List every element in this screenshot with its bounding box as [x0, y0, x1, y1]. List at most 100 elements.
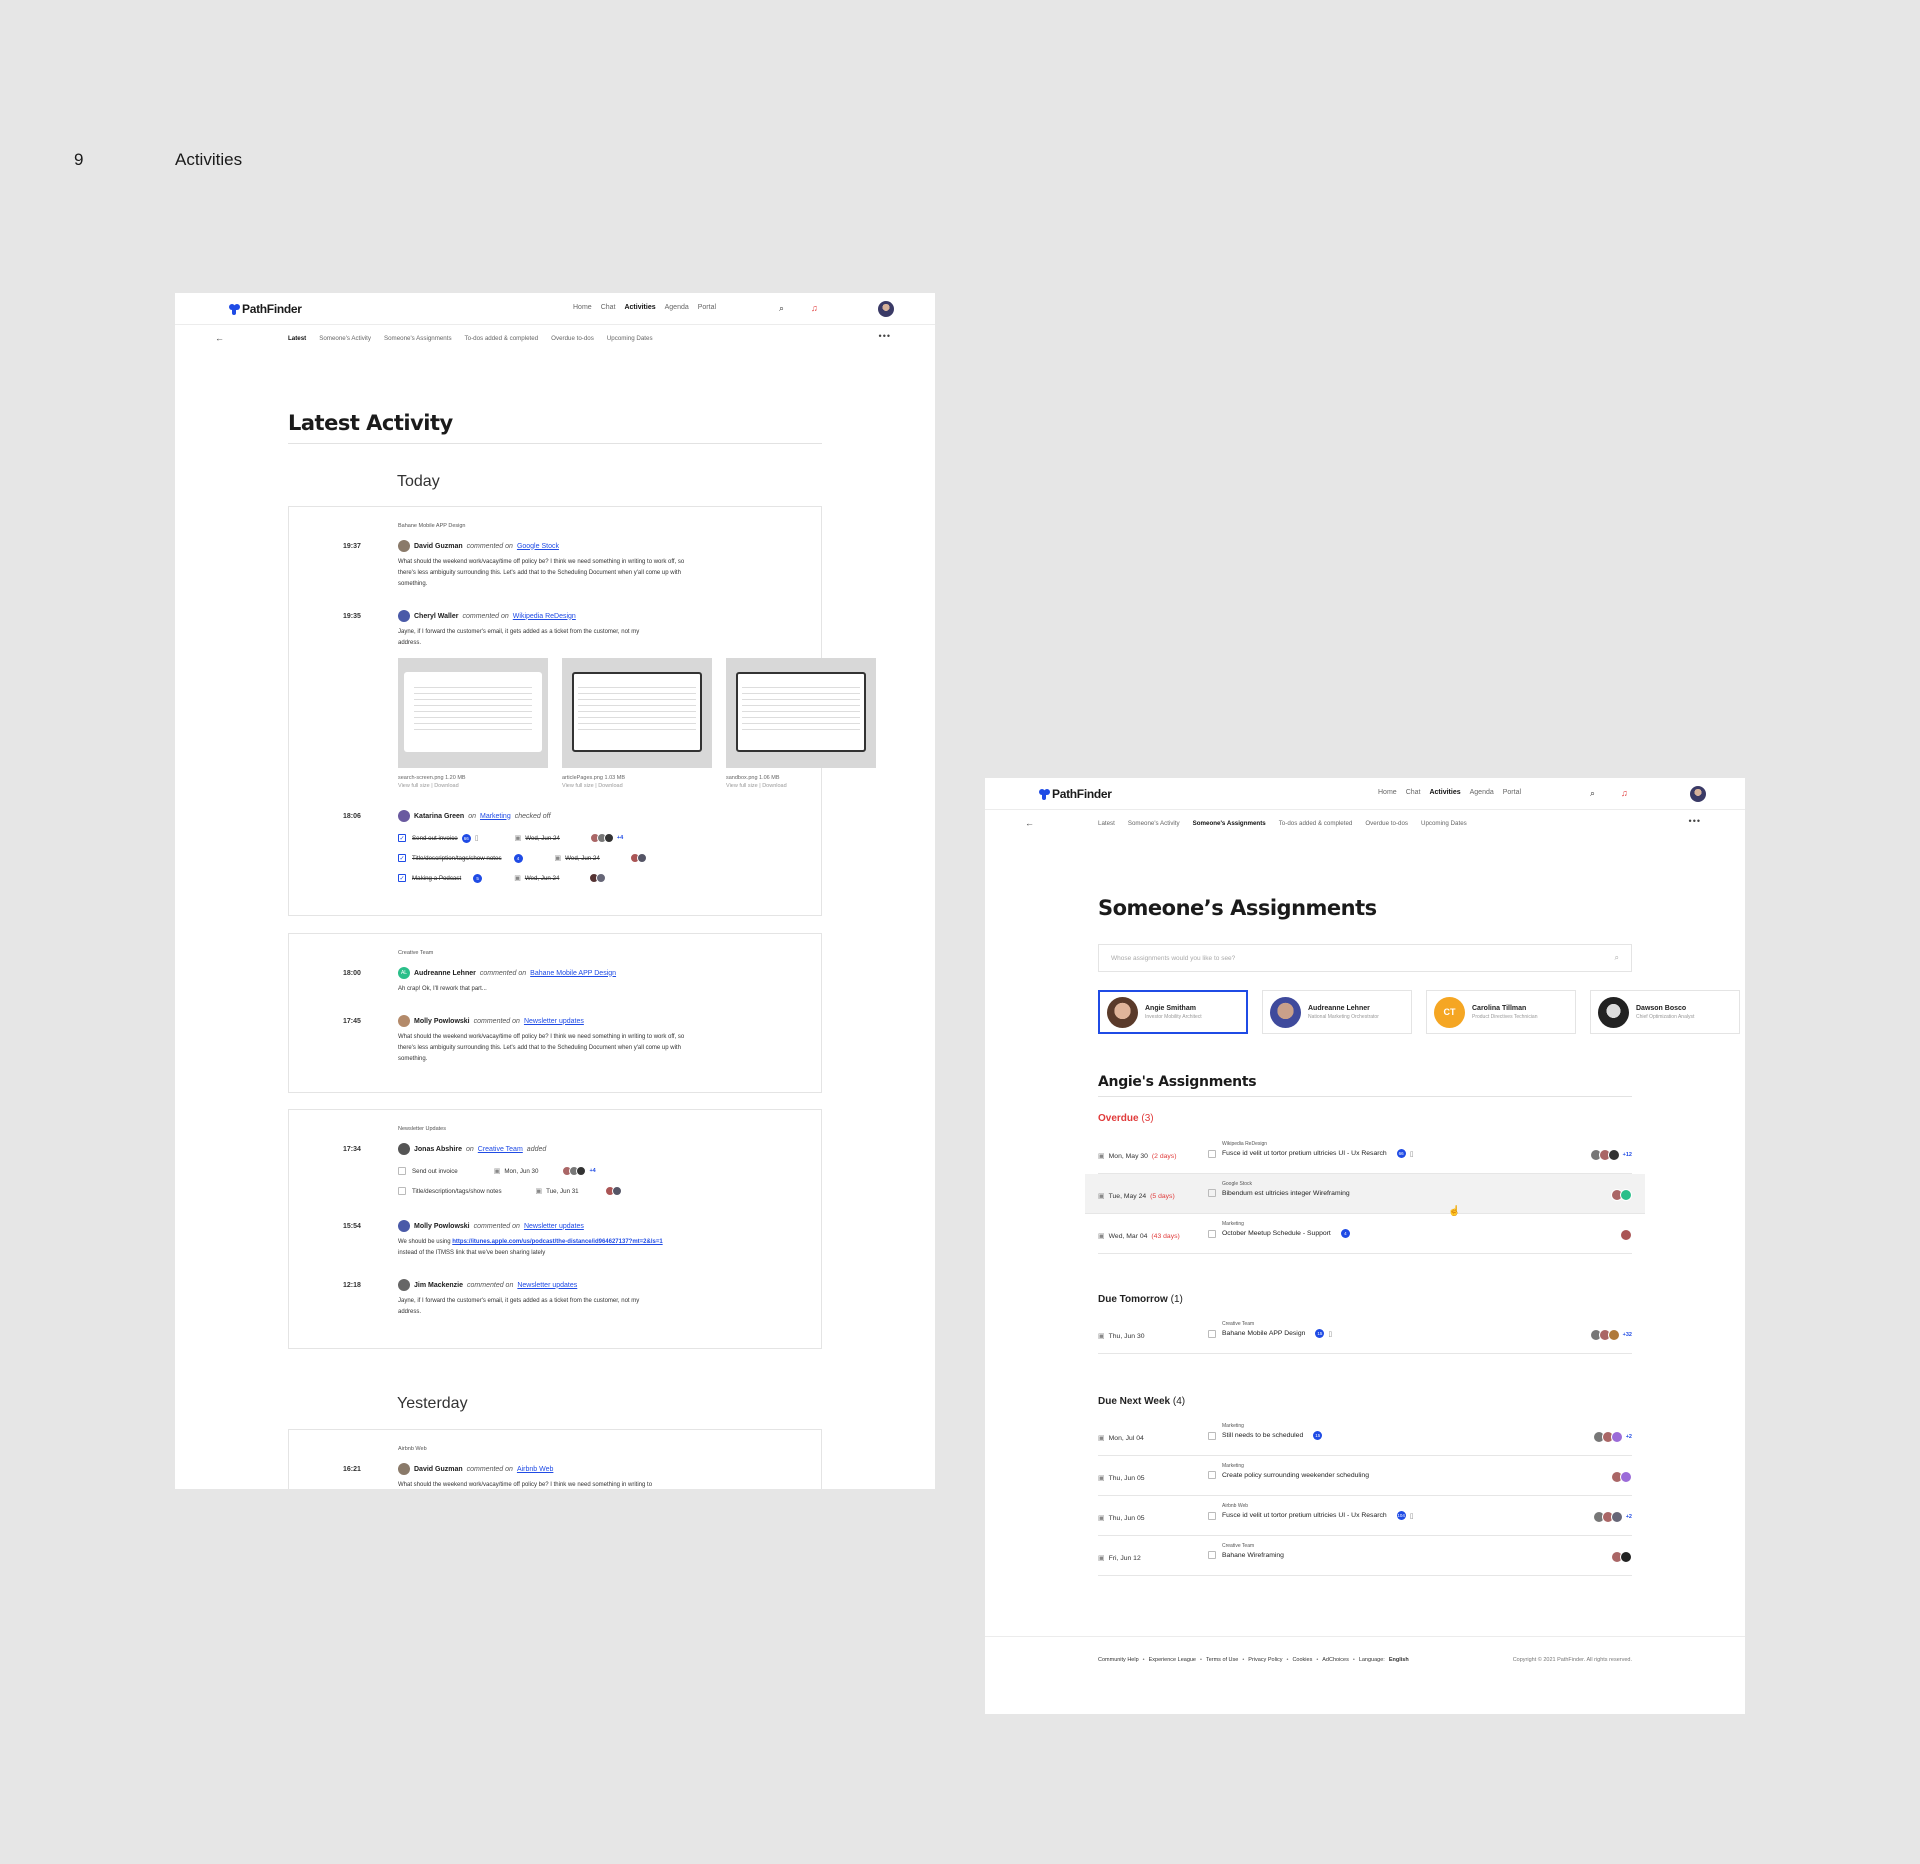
- nav-activities[interactable]: Activities: [624, 304, 655, 311]
- user-name[interactable]: Molly Powlowski: [414, 1018, 470, 1025]
- project-link[interactable]: Wikipedia ReDesign: [513, 613, 576, 620]
- language-selector[interactable]: English: [1389, 1657, 1409, 1663]
- logo[interactable]: PathFinder: [1039, 787, 1112, 801]
- search-icon[interactable]: ⌕: [1590, 788, 1595, 799]
- language-label: Language:: [1358, 1657, 1385, 1663]
- attachment-thumbnail[interactable]: [398, 658, 548, 768]
- tab-upcoming-dates[interactable]: Upcoming Dates: [1421, 820, 1467, 827]
- assignment-row[interactable]: ▣ Fri, Jun 12 Creative Team Bahane Wirefr…: [1098, 1536, 1632, 1576]
- tab-todos-added[interactable]: To-dos added & completed: [1279, 820, 1353, 827]
- project-link[interactable]: Google Stock: [517, 543, 559, 550]
- project-link[interactable]: Newsletter updates: [517, 1282, 577, 1289]
- attachment-thumbnail[interactable]: [726, 658, 876, 768]
- assignment-row[interactable]: ▣ Mon, Jul 04 Marketing Still needs to be…: [1098, 1416, 1632, 1456]
- user-name[interactable]: Molly Powlowski: [414, 1223, 470, 1230]
- checkbox[interactable]: [1208, 1471, 1216, 1479]
- activity-card: Newsletter Updates 17:34 Jonas Abshire o…: [288, 1109, 822, 1349]
- person-card[interactable]: Dawson Bosco Chief Optimization Analyst: [1590, 990, 1740, 1034]
- checkbox[interactable]: [1208, 1431, 1216, 1440]
- tab-someones-activity[interactable]: Someone's Activity: [319, 335, 371, 342]
- checkbox[interactable]: [1208, 1149, 1216, 1158]
- footer-link-terms[interactable]: Terms of Use: [1206, 1657, 1238, 1663]
- attachment-thumbnail[interactable]: [562, 658, 712, 768]
- assignment-row[interactable]: ▣ Thu, Jun 05 Airbnb Web Fusce id velit u…: [1098, 1496, 1632, 1536]
- user-name[interactable]: Jonas Abshire: [414, 1146, 462, 1153]
- project-link[interactable]: Newsletter updates: [524, 1018, 584, 1025]
- tab-someones-activity[interactable]: Someone's Activity: [1128, 820, 1180, 827]
- checkbox[interactable]: [398, 1187, 406, 1195]
- footer-link-adchoices[interactable]: AdChoices: [1322, 1657, 1349, 1663]
- search-icon[interactable]: ⌕: [779, 303, 784, 314]
- user-name[interactable]: Audreanne Lehner: [414, 970, 476, 977]
- checkbox[interactable]: [1208, 1329, 1216, 1338]
- user-avatar[interactable]: [1690, 786, 1706, 802]
- person-card[interactable]: Audreanne Lehner National Marketing Orche…: [1262, 990, 1412, 1034]
- assignment-row[interactable]: ▣ Thu, Jun 05 Marketing Create policy sur…: [1098, 1456, 1632, 1496]
- download-link[interactable]: Download: [598, 783, 622, 789]
- bell-icon[interactable]: ♫: [1621, 788, 1628, 798]
- tab-latest[interactable]: Latest: [288, 335, 306, 342]
- more-horizontal-icon[interactable]: •••: [879, 331, 891, 341]
- logo[interactable]: PathFinder: [229, 302, 302, 316]
- user-avatar[interactable]: [878, 301, 894, 317]
- assignment-row[interactable]: ▣ Mon, May 30 (2 days) Wikipedia ReDesign …: [1098, 1134, 1632, 1174]
- bell-icon[interactable]: ♫: [811, 303, 818, 313]
- nav-portal[interactable]: Portal: [1503, 789, 1521, 796]
- assignment-row[interactable]: ▣ Wed, Mar 04 (43 days) Marketing October …: [1098, 1214, 1632, 1254]
- podcast-url-link[interactable]: https://itunes.apple.com/us/podcast/the-…: [452, 1239, 662, 1245]
- checkbox-checked[interactable]: ✓: [398, 834, 406, 842]
- download-link[interactable]: Download: [434, 783, 458, 789]
- tab-latest[interactable]: Latest: [1098, 820, 1115, 827]
- view-full-size-link[interactable]: View full size: [562, 783, 594, 789]
- project-link[interactable]: Bahane Mobile APP Design: [530, 970, 616, 977]
- user-name[interactable]: David Guzman: [414, 1466, 463, 1473]
- project-link[interactable]: Newsletter updates: [524, 1223, 584, 1230]
- checkbox[interactable]: [398, 1167, 406, 1175]
- tab-todos-added[interactable]: To-dos added & completed: [465, 335, 539, 342]
- nav-chat[interactable]: Chat: [1406, 789, 1421, 796]
- nav-home[interactable]: Home: [573, 304, 592, 311]
- nav-agenda[interactable]: Agenda: [1470, 789, 1494, 796]
- nav-chat[interactable]: Chat: [601, 304, 616, 311]
- assignment-row[interactable]: ▣ Thu, Jun 30 Creative Team Bahane Mobile…: [1098, 1314, 1632, 1354]
- checkbox[interactable]: [1208, 1511, 1216, 1520]
- arrow-left-icon[interactable]: ←: [215, 333, 224, 343]
- user-name[interactable]: Katarina Green: [414, 813, 464, 820]
- checkbox[interactable]: [1208, 1551, 1216, 1559]
- view-full-size-link[interactable]: View full size: [398, 783, 430, 789]
- nav-home[interactable]: Home: [1378, 789, 1397, 796]
- checkbox[interactable]: [1208, 1229, 1216, 1238]
- footer-link-privacy[interactable]: Privacy Policy: [1248, 1657, 1282, 1663]
- tab-upcoming-dates[interactable]: Upcoming Dates: [607, 335, 653, 342]
- tab-overdue-todos[interactable]: Overdue to-dos: [551, 335, 594, 342]
- footer-link-experience-league[interactable]: Experience League: [1149, 1657, 1196, 1663]
- project-link[interactable]: Airbnb Web: [517, 1466, 553, 1473]
- checkbox[interactable]: [1208, 1189, 1216, 1197]
- checkbox-checked[interactable]: ✓: [398, 854, 406, 862]
- person-card-selected[interactable]: Angie Smitham Investor Mobility Architect: [1098, 990, 1248, 1034]
- project-link[interactable]: Marketing: [480, 813, 511, 820]
- person-card[interactable]: CT Carolina Tillman Product Directives Te…: [1426, 990, 1576, 1034]
- tab-someones-assignments[interactable]: Someone's Assignments: [384, 335, 452, 342]
- document-icon: ▯: [1409, 1512, 1414, 1520]
- view-full-size-link[interactable]: View full size: [726, 783, 758, 789]
- nav-activities[interactable]: Activities: [1429, 789, 1460, 796]
- tab-someones-assignments[interactable]: Someone's Assignments: [1193, 820, 1266, 827]
- avatar: [636, 853, 647, 863]
- download-link[interactable]: Download: [762, 783, 786, 789]
- user-name[interactable]: David Guzman: [414, 543, 463, 550]
- tab-overdue-todos[interactable]: Overdue to-dos: [1365, 820, 1408, 827]
- footer-link-cookies[interactable]: Cookies: [1292, 1657, 1312, 1663]
- assignment-row-hovered[interactable]: ▣ Tue, May 24 (5 days) Google Stock Bibend…: [1085, 1174, 1645, 1214]
- nav-portal[interactable]: Portal: [698, 304, 716, 311]
- assignee-search-input[interactable]: Whose assignments would you like to see?…: [1098, 944, 1632, 972]
- user-name[interactable]: Cheryl Waller: [414, 613, 458, 620]
- project-link[interactable]: Creative Team: [478, 1146, 523, 1153]
- nav-agenda[interactable]: Agenda: [665, 304, 689, 311]
- user-name[interactable]: Jim Mackenzie: [414, 1282, 463, 1289]
- footer-link-community-help[interactable]: Community Help: [1098, 1657, 1139, 1663]
- arrow-left-icon[interactable]: ←: [1025, 818, 1034, 828]
- checkbox-checked[interactable]: ✓: [398, 874, 406, 882]
- more-horizontal-icon[interactable]: •••: [1689, 816, 1701, 826]
- assignment-date: ▣ Tue, May 24 (5 days): [1098, 1192, 1175, 1201]
